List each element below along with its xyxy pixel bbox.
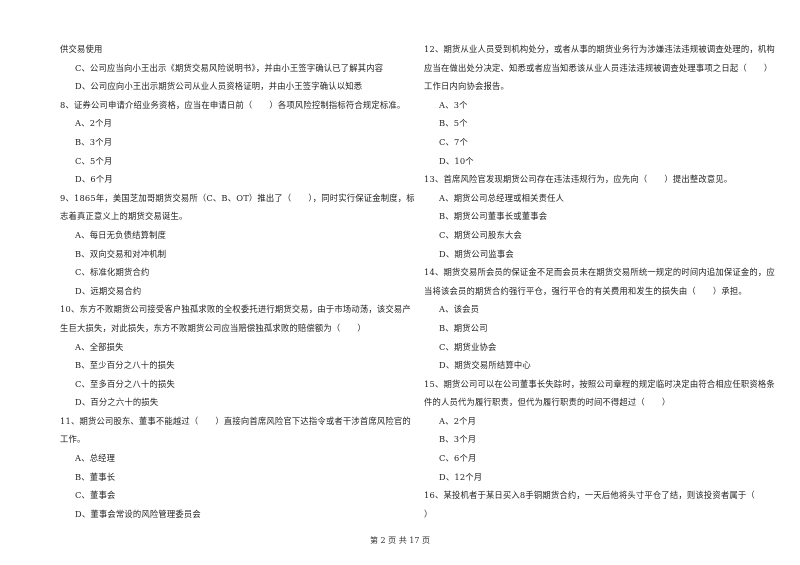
answer-option: D、董事会常设的风险管理委员会 <box>75 508 201 519</box>
answer-option: C、5个月 <box>75 155 113 166</box>
question-text-continued: 件的人员代为履行职责，但代为履行职责的时间不得超过（ ） <box>424 397 671 408</box>
answer-option: A、该会员 <box>439 304 480 315</box>
answer-option: C、董事会 <box>75 490 116 501</box>
answer-option: A、2个月 <box>75 118 113 129</box>
answer-option: C、期货公司股东大会 <box>439 229 523 240</box>
question-text-continued: 生巨大损失，对此损失，东方不败期货公司应当赔偿独孤求败的赔偿额为（ ） <box>60 322 366 333</box>
right-column: 12、期货从业人员受到机构处分，或者从事的期货业务行为涉嫌违法违规被调查处理的，… <box>424 40 775 523</box>
question-text: 13、首席风险官发现期货公司存在违法违规行为，应先向（ ）提出整改意见。 <box>424 174 733 185</box>
question-text-continued: 供交易使用 <box>60 44 103 54</box>
answer-option: D、百分之六十的损失 <box>75 397 159 408</box>
answer-option: D、远期交易合约 <box>75 285 142 296</box>
question-text: 12、期货从业人员受到机构处分，或者从事的期货业务行为涉嫌违法违规被调查处理的，… <box>424 44 775 54</box>
answer-option: C、公司应当向小王出示《期货交易风险说明书》，并由小王签字确认已了解其内容 <box>75 62 384 73</box>
answer-option: C、6个月 <box>439 453 477 464</box>
answer-option: B、双向交易和对冲机制 <box>75 248 167 259</box>
answer-option: C、7个 <box>439 136 469 147</box>
question-text-continued: ） <box>424 508 433 519</box>
answer-option: D、期货公司监事会 <box>439 248 514 259</box>
answer-option: D、12个月 <box>439 471 483 482</box>
answer-option: D、6个月 <box>75 174 113 185</box>
answer-option: B、3个月 <box>439 434 477 445</box>
question-text: 9、1865年，美国芝加哥期货交易所（C、B、OT）推出了（ ），同时实行保证金… <box>60 192 415 203</box>
answer-option: A、总经理 <box>75 453 116 464</box>
left-column: 供交易使用 C、公司应当向小王出示《期货交易风险说明书》，并由小王签字确认已了解其… <box>60 40 415 523</box>
answer-option: C、至多百分之八十的损失 <box>75 378 176 389</box>
answer-option: B、至少百分之八十的损失 <box>75 360 175 371</box>
question-text: 10、东方不败期货公司接受客户独孤求败的全权委托进行期货交易，由于市场动荡，该交… <box>60 304 411 315</box>
answer-option: B、董事长 <box>75 471 116 482</box>
question-text: 15、期货公司可以在公司董事长失踪时，按照公司章程的规定临时决定由符合相应任职资… <box>424 378 775 389</box>
answer-option: D、公司应向小王出示期货公司从业人员资格证明，并由小王签字确认以知悉 <box>75 81 363 92</box>
question-text-continued: 志着真正意义上的期货交易诞生。 <box>60 211 188 222</box>
answer-option: B、期货公司董事长或董事会 <box>439 211 548 222</box>
question-text-continued: 当将该会员的期货合约强行平仓，强行平仓的有关费用和发生的损失由（ ）承担。 <box>424 285 747 296</box>
answer-option: A、2个月 <box>439 415 477 426</box>
page-footer: 第 2 页 共 17 页 <box>370 536 430 545</box>
question-text-continued: 工作。 <box>60 434 86 445</box>
answer-option: A、每日无负债结算制度 <box>75 229 167 240</box>
answer-option: B、期货公司 <box>439 322 488 333</box>
answer-option: D、期货交易所结算中心 <box>439 360 531 371</box>
question-text: 14、期货交易所会员的保证金不足而会员未在期货交易所统一规定的时间内追加保证金的… <box>424 267 775 278</box>
question-text-continued: 应当在做出处分决定、知悉或者应当知悉该从业人员违法违规被调查处理事项之日起（ ） <box>424 62 773 73</box>
question-text: 11、期货公司股东、董事不能越过（ ）直接向首席风险官下达指令或者干涉首席风险官… <box>60 415 411 426</box>
answer-option: B、5个 <box>439 118 468 129</box>
answer-option: B、3个月 <box>75 136 113 147</box>
answer-option: A、全部损失 <box>75 341 124 352</box>
answer-option: A、3个 <box>439 99 468 110</box>
question-text: 16、某投机者于某日买入8手铜期货合约，一天后他将头寸平仓了结，则该投资者属于（ <box>424 490 755 501</box>
answer-option: D、10个 <box>439 155 474 166</box>
question-text-continued: 工作日内向协会报告。 <box>424 81 509 92</box>
question-text: 8、证券公司申请介绍业务资格，应当在申请日前（ ）各项风险控制指标符合规定标准。 <box>60 99 406 110</box>
answer-option: C、标准化期货合约 <box>75 267 150 278</box>
answer-option: A、期货公司总经理或相关责任人 <box>439 192 565 203</box>
answer-option: C、期货业协会 <box>439 341 497 352</box>
